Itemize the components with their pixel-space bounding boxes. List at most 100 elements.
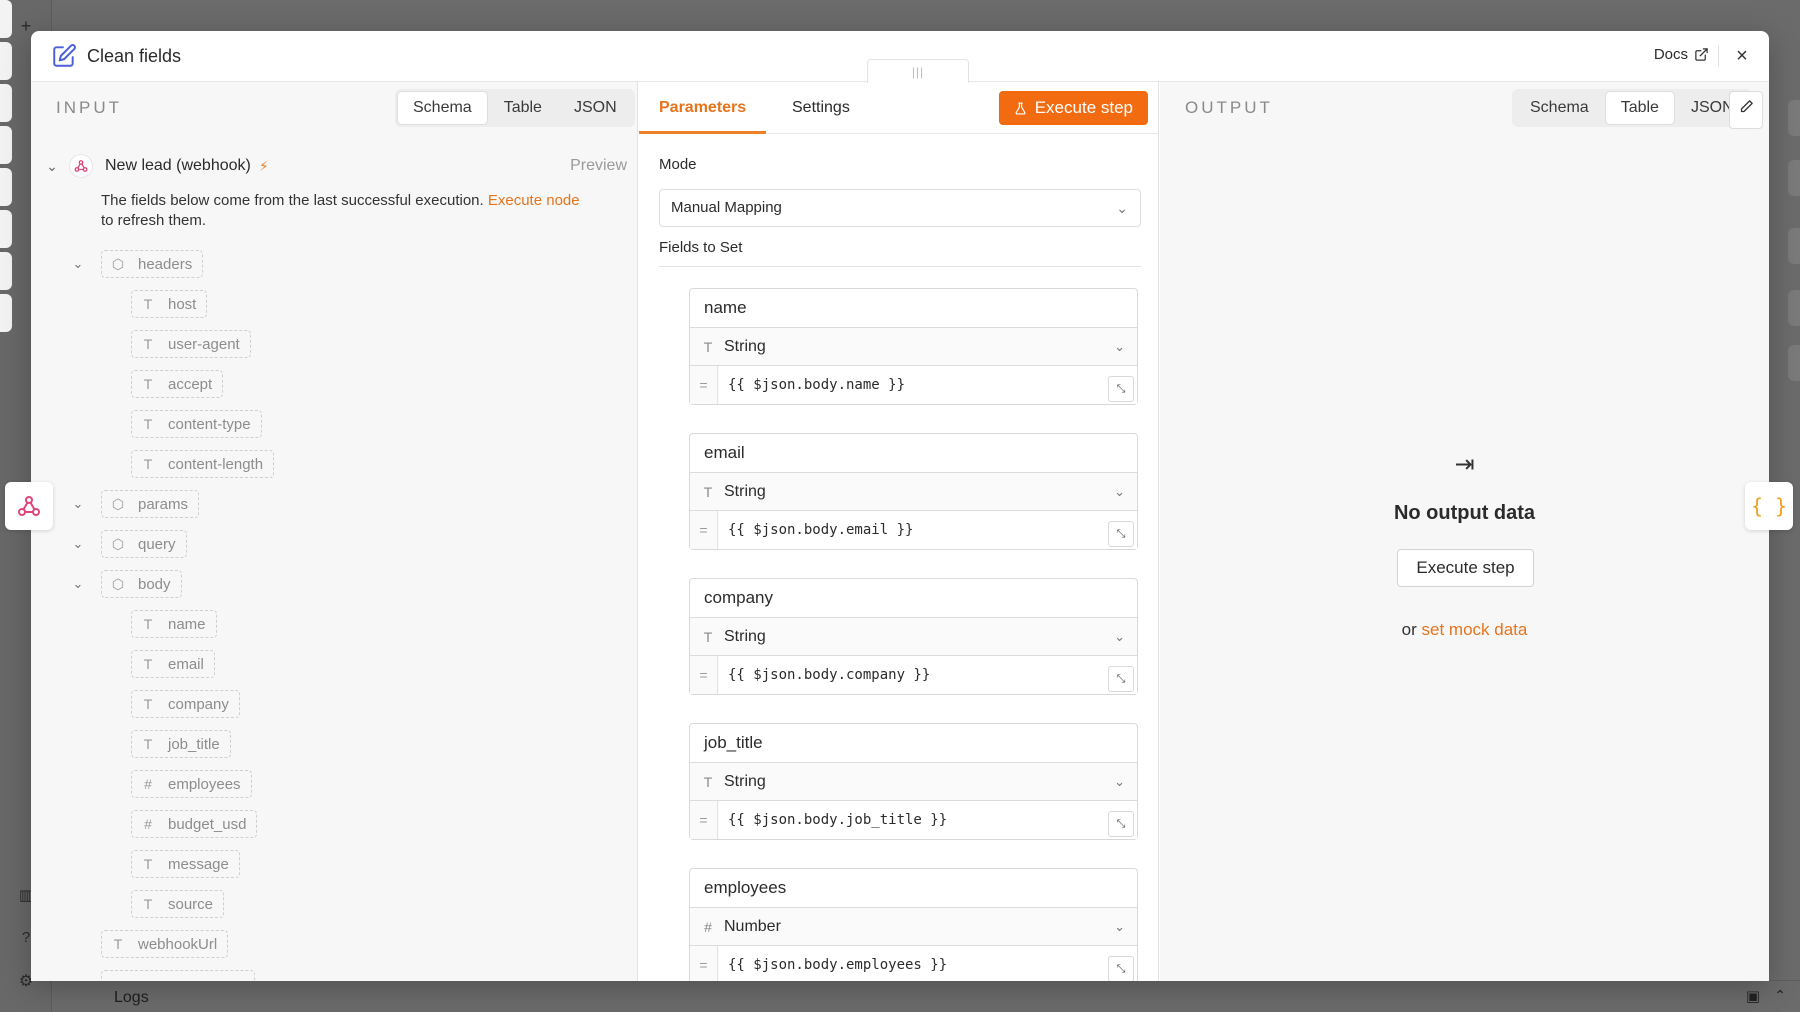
input-tab-schema[interactable]: Schema — [398, 92, 487, 124]
schema-item[interactable]: Tmessage — [131, 850, 240, 878]
chevron-down-icon[interactable]: ⌄ — [71, 536, 85, 552]
schema-item[interactable]: ⬡ params — [101, 490, 200, 518]
schema-item[interactable]: # budget_usd — [131, 810, 258, 838]
number-type-icon: # — [144, 776, 152, 792]
chevron-down-icon[interactable]: ⌄ — [71, 496, 85, 512]
field-name-input[interactable]: name — [690, 289, 1137, 328]
field-name-input[interactable]: job_title — [690, 724, 1137, 763]
schema-item[interactable]: ⬡ headers — [101, 250, 204, 278]
field-value-input[interactable]: = {{ $json.body.name }} ⤡ — [690, 366, 1137, 404]
close-icon[interactable]: × — [1729, 43, 1755, 69]
tab-settings[interactable]: Settings — [772, 82, 870, 134]
input-tab-table[interactable]: Table — [489, 92, 557, 124]
docs-link[interactable]: Docs — [1654, 46, 1709, 63]
string-type-icon: T — [143, 296, 153, 312]
field-type-select[interactable]: T String ⌄ — [690, 618, 1137, 656]
object-icon: ⬡ — [111, 255, 125, 272]
schema-item[interactable]: Tcompany — [131, 690, 240, 718]
output-execute-step-button[interactable]: Execute step — [1397, 549, 1534, 587]
field-type-select[interactable]: T String ⌄ — [690, 473, 1137, 511]
chevron-down-icon: ⌄ — [1116, 200, 1128, 216]
output-tab-schema[interactable]: Schema — [1515, 92, 1604, 124]
chevron-up-icon[interactable]: ⌃ — [1774, 987, 1786, 1004]
chevron-down-icon[interactable]: ⌄ — [43, 158, 61, 175]
expand-expression-icon[interactable]: ⤡ — [1108, 666, 1134, 692]
webhook-icon — [69, 154, 93, 178]
output-view-switcher: Schema Table JSON — [1512, 89, 1752, 127]
expand-expression-icon[interactable]: ⤡ — [1108, 956, 1134, 981]
string-type-icon: T — [143, 376, 153, 392]
field-value-expression: {{ $json.body.job_title }} — [728, 812, 948, 828]
sidebar-tab — [0, 294, 12, 332]
schema-item[interactable]: Tsource — [131, 890, 225, 918]
schema-item[interactable]: TwebhookUrl — [101, 930, 229, 958]
execute-node-link[interactable]: Execute node — [488, 192, 580, 209]
schema-item[interactable]: Tuser-agent — [131, 330, 251, 358]
field-value-input[interactable]: = {{ $json.body.employees }} ⤡ — [690, 946, 1137, 981]
expand-expression-icon[interactable]: ⤡ — [1108, 376, 1134, 402]
equals-icon: = — [690, 511, 718, 549]
next-node-button[interactable]: { } — [1745, 482, 1793, 530]
schema-item[interactable]: # employees — [131, 770, 252, 798]
schema-item[interactable]: ⬡ body — [101, 570, 182, 598]
field-type-select[interactable]: T String ⌄ — [690, 328, 1137, 366]
execute-step-label: Execute step — [1034, 98, 1133, 117]
input-source-row[interactable]: ⌄ New lead (webhook) ⚡ Preview — [43, 152, 627, 180]
field-type-value: String — [724, 772, 766, 790]
mode-value: Manual Mapping — [671, 199, 782, 216]
field-type-select[interactable]: T String ⌄ — [690, 763, 1137, 801]
string-type-icon: T — [143, 656, 153, 672]
output-panel-label: OUTPUT — [1185, 98, 1273, 117]
logs-bar[interactable]: Logs ▣ ⌃ — [52, 980, 1800, 1012]
string-type-icon: T — [703, 628, 713, 645]
tab-parameters[interactable]: Parameters — [639, 82, 767, 134]
input-tab-json[interactable]: JSON — [559, 92, 632, 124]
string-type-icon: T — [143, 336, 153, 352]
schema-item[interactable]: Taccept — [131, 370, 224, 398]
schema-item-label: company — [168, 695, 229, 713]
field-name-input[interactable]: employees — [690, 869, 1137, 908]
expand-expression-icon[interactable]: ⤡ — [1108, 811, 1134, 837]
field-name-input[interactable]: company — [690, 579, 1137, 618]
input-view-switcher: Schema Table JSON — [395, 89, 635, 127]
schema-item[interactable]: Tname — [131, 610, 217, 638]
schema-item-label: content-length — [168, 455, 264, 473]
schema-item[interactable]: Thost — [131, 290, 208, 318]
set-mock-data-link[interactable]: set mock data — [1422, 620, 1528, 639]
canvas-right-tab — [1788, 290, 1800, 326]
mock-data-row: or set mock data — [1160, 620, 1769, 640]
schema-item-label: source — [168, 895, 214, 913]
field-value-input[interactable]: = {{ $json.body.company }} ⤡ — [690, 656, 1137, 694]
schema-item[interactable]: ⬡ query — [101, 530, 187, 558]
string-type-icon: T — [143, 856, 153, 872]
field-type-select[interactable]: # Number ⌄ — [690, 908, 1137, 946]
field-value-input[interactable]: = {{ $json.body.email }} ⤡ — [690, 511, 1137, 549]
edit-output-button[interactable] — [1729, 91, 1763, 129]
schema-item[interactable] — [101, 970, 255, 981]
chevron-down-icon[interactable]: ⌄ — [71, 256, 85, 272]
field-assignment: email T String ⌄ = {{ $json.body.email }… — [689, 433, 1138, 550]
panel-drag-handle[interactable]: ||| — [867, 59, 969, 83]
schema-item[interactable]: Tjob_title — [131, 730, 231, 758]
expand-expression-icon[interactable]: ⤡ — [1108, 521, 1134, 547]
string-type-icon: T — [143, 696, 153, 712]
field-name-input[interactable]: email — [690, 434, 1137, 473]
mode-select[interactable]: Manual Mapping ⌄ — [659, 189, 1141, 227]
string-type-icon: T — [113, 936, 123, 952]
execute-step-button[interactable]: Execute step — [998, 91, 1148, 125]
schema-item[interactable]: Tcontent-length — [131, 450, 275, 478]
schema-item[interactable]: Temail — [131, 650, 215, 678]
field-value-input[interactable]: = {{ $json.body.job_title }} ⤡ — [690, 801, 1137, 839]
output-tab-table[interactable]: Table — [1605, 92, 1674, 124]
field-type-value: String — [724, 627, 766, 645]
field-type-value: String — [724, 337, 766, 355]
previous-node-button[interactable] — [5, 482, 53, 530]
popout-icon[interactable]: ▣ — [1746, 987, 1760, 1005]
sidebar-tab — [0, 126, 12, 164]
mock-prefix: or — [1401, 620, 1417, 639]
schema-item[interactable]: Tcontent-type — [131, 410, 262, 438]
input-panel: INPUT Schema Table JSON ⌄ New lead (webh… — [31, 82, 638, 981]
input-panel-label: INPUT — [56, 98, 122, 117]
schema-item-label: headers — [138, 255, 193, 273]
chevron-down-icon[interactable]: ⌄ — [71, 576, 85, 592]
